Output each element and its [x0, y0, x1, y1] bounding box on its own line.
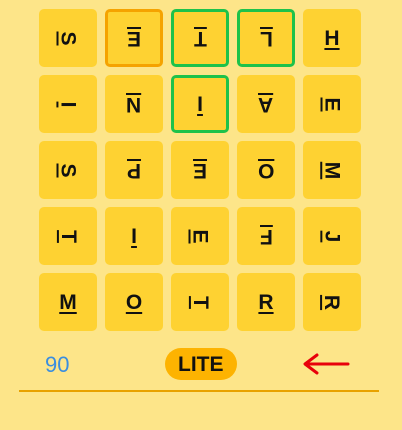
letter-tile[interactable]: S — [39, 9, 97, 67]
tile-letter: E — [126, 26, 141, 50]
letter-tile[interactable]: O — [105, 273, 163, 331]
tile-letter: H — [324, 26, 340, 50]
letter-tile[interactable]: J — [303, 207, 361, 265]
tile-letter: M — [59, 290, 77, 314]
letter-tile[interactable]: N — [105, 75, 163, 133]
tile-letter: S — [56, 162, 80, 178]
tile-letter: S — [56, 30, 80, 46]
tile-letter: T — [56, 229, 80, 243]
letter-tile[interactable]: H — [303, 9, 361, 67]
letter-tile[interactable]: I — [171, 75, 229, 133]
letter-grid: S E T L H I N I A E S P E O M T I E F J M O T R R — [39, 9, 361, 331]
letter-tile[interactable]: I — [105, 207, 163, 265]
tile-letter: E — [192, 158, 207, 182]
tile-letter: O — [257, 158, 275, 182]
letter-tile[interactable]: T — [171, 273, 229, 331]
tile-letter: I — [197, 92, 203, 116]
tile-letter: T — [193, 26, 207, 50]
mode-badge[interactable]: LITE — [165, 348, 237, 380]
letter-tile[interactable]: M — [39, 273, 97, 331]
footer-bar: 90 LITE — [19, 344, 379, 392]
tile-letter: T — [188, 295, 212, 309]
game-screen: S E T L H I N I A E S P E O M T I E F J M O T R R 90 LITE — [0, 0, 402, 430]
letter-tile[interactable]: L — [237, 9, 295, 67]
tile-letter: E — [320, 96, 344, 112]
letter-tile[interactable]: I — [39, 75, 97, 133]
letter-tile[interactable]: E — [303, 75, 361, 133]
letter-tile[interactable]: O — [237, 141, 295, 199]
tile-letter: N — [126, 92, 142, 116]
letter-tile[interactable]: F — [237, 207, 295, 265]
letter-tile[interactable]: R — [237, 273, 295, 331]
left-arrow-icon — [303, 353, 350, 375]
tile-letter: O — [125, 290, 143, 314]
tile-letter: M — [320, 161, 344, 179]
letter-tile[interactable]: T — [39, 207, 97, 265]
tile-letter: L — [259, 26, 273, 50]
letter-tile[interactable]: T — [171, 9, 229, 67]
tile-letter: A — [258, 92, 274, 116]
letter-tile[interactable]: S — [39, 141, 97, 199]
letter-tile[interactable]: P — [105, 141, 163, 199]
letter-tile[interactable]: E — [105, 9, 163, 67]
tile-letter: R — [258, 290, 274, 314]
tile-letter: J — [320, 230, 344, 242]
letter-tile[interactable]: M — [303, 141, 361, 199]
letter-tile[interactable]: E — [171, 207, 229, 265]
backspace-button[interactable] — [301, 350, 351, 378]
letter-tile[interactable]: A — [237, 75, 295, 133]
tile-letter: E — [188, 228, 212, 244]
tile-letter: F — [259, 224, 273, 248]
tile-letter: I — [131, 224, 137, 248]
score: 90 — [45, 352, 70, 377]
letter-tile[interactable]: E — [171, 141, 229, 199]
letter-tile[interactable]: R — [303, 273, 361, 331]
tile-letter: R — [320, 294, 344, 310]
tile-letter: I — [56, 101, 80, 107]
tile-letter: P — [126, 158, 141, 182]
